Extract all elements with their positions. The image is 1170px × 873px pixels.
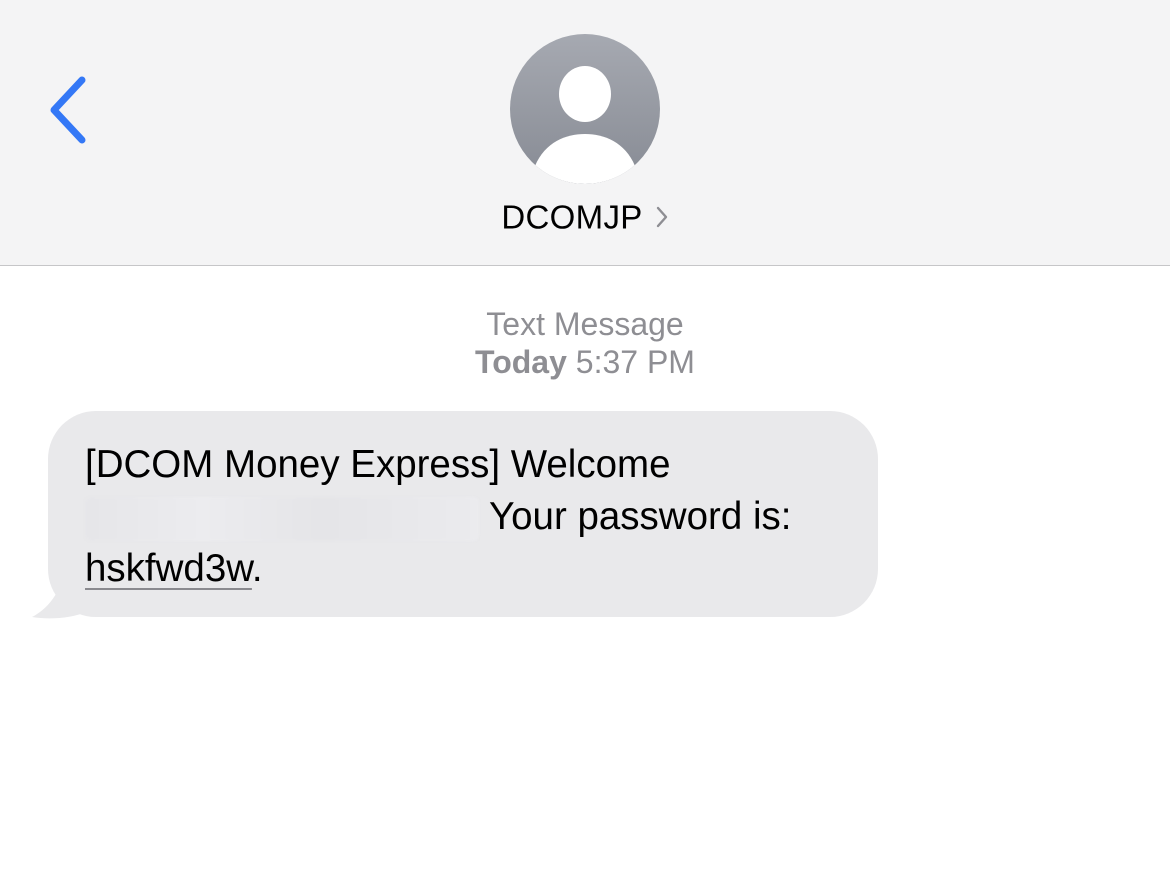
- message-line-2: Your password is:: [85, 491, 842, 543]
- service-label: Text Message: [486, 306, 684, 342]
- contact-name-button[interactable]: DCOMJP: [0, 196, 1170, 236]
- timestamp-day: Today: [475, 344, 567, 380]
- chevron-right-icon: [656, 207, 667, 228]
- timestamp: Today 5:37 PM: [0, 343, 1170, 381]
- contact-name: DCOMJP: [501, 198, 643, 236]
- avatar[interactable]: [510, 34, 660, 184]
- person-silhouette-icon: [535, 66, 635, 184]
- incoming-message-bubble[interactable]: [DCOM Money Express] Welcome Your passwo…: [48, 411, 878, 617]
- message-period: .: [251, 547, 263, 590]
- message-line-1: [DCOM Money Express] Welcome: [85, 443, 671, 486]
- conversation-header: DCOMJP: [0, 0, 1170, 266]
- password-label: Your password is:: [489, 495, 792, 538]
- message-line-3: hskfwd3w.: [85, 543, 842, 595]
- password-link[interactable]: hskfwd3w: [85, 547, 252, 590]
- back-button[interactable]: [38, 68, 98, 152]
- chevron-left-icon: [50, 76, 86, 144]
- redacted-text: [85, 496, 479, 541]
- message-timestamp: Text Message Today 5:37 PM: [0, 305, 1170, 381]
- timestamp-time: 5:37 PM: [575, 344, 695, 380]
